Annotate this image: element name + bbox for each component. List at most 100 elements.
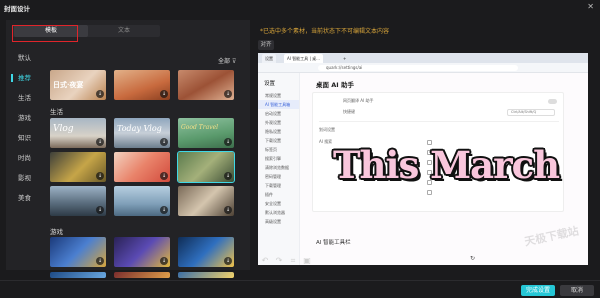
template-thumbnail[interactable]: ↓: [114, 152, 170, 182]
template-thumbnail[interactable]: Good Travel ↓: [178, 118, 234, 148]
sidebar-item: 常规设置: [265, 93, 281, 98]
sidebar-title: 设置: [264, 81, 276, 87]
sidebar-item: 标签页: [265, 147, 277, 152]
filter-icon: ⊽: [232, 58, 237, 65]
template-thumbnail[interactable]: ↓: [114, 70, 170, 100]
download-icon[interactable]: ↓: [96, 206, 104, 214]
sidebar-item: 下载管理: [265, 183, 281, 188]
sidebar-item: 下载设置: [265, 138, 281, 143]
filter-dropdown[interactable]: 全部 ⊽: [218, 56, 236, 65]
cancel-button[interactable]: 取消: [560, 285, 594, 296]
download-icon[interactable]: ↓: [96, 90, 104, 98]
template-thumbnail[interactable]: ↓: [114, 237, 170, 267]
template-thumbnail[interactable]: ↓: [50, 186, 106, 216]
download-icon[interactable]: ↓: [160, 138, 168, 146]
template-caption: Good Travel: [181, 124, 219, 131]
template-thumbnail[interactable]: 日式·夜宴 ↓: [50, 70, 106, 100]
template-panel: 模板 文本 默认 推荐 生活 游戏 知识 时尚 影视 美食 全部 ⊽ 日式·夜宴 …: [6, 20, 250, 270]
template-thumbnail[interactable]: ↓: [114, 186, 170, 216]
divider: [319, 121, 559, 122]
download-icon[interactable]: ↓: [224, 138, 232, 146]
category-fashion[interactable]: 时尚: [6, 148, 44, 168]
download-icon[interactable]: ↓: [224, 172, 232, 180]
sidebar-item: 高级设置: [265, 219, 281, 224]
cover-title-text[interactable]: This March: [306, 143, 586, 187]
category-default[interactable]: 默认: [6, 48, 44, 68]
download-icon[interactable]: ↓: [160, 90, 168, 98]
undo-icon[interactable]: ↶: [260, 256, 270, 266]
section-life: 生活: [50, 108, 63, 116]
sidebar-item: 安全设置: [265, 201, 281, 206]
download-icon[interactable]: ↓: [224, 90, 232, 98]
download-icon[interactable]: ↓: [96, 257, 104, 265]
template-caption: Vlog: [53, 124, 74, 134]
template-thumbnail[interactable]: ↓: [178, 70, 234, 100]
template-caption: Today Vlog: [117, 124, 162, 133]
replace-icon[interactable]: ▣: [302, 256, 312, 266]
template-thumbnail[interactable]: [114, 272, 170, 278]
download-icon[interactable]: ↓: [224, 257, 232, 265]
template-thumbnail-selected[interactable]: ↓: [177, 151, 235, 183]
sidebar-item: 插件: [265, 192, 273, 197]
confirm-button[interactable]: 完成设置: [521, 285, 555, 296]
align-button[interactable]: 对齐: [258, 40, 274, 50]
download-icon[interactable]: ↓: [160, 172, 168, 180]
download-icon[interactable]: ↓: [160, 257, 168, 265]
category-film[interactable]: 影视: [6, 168, 44, 188]
title-bar: 封面设计 ✕: [0, 0, 600, 16]
crop-icon[interactable]: ⌗: [288, 256, 298, 266]
category-knowledge[interactable]: 知识: [6, 128, 44, 148]
download-icon[interactable]: ↓: [224, 206, 232, 214]
browser-tab: +: [343, 56, 347, 61]
hotkey-select: Ctrl/Alt/Shift/Q: [507, 109, 555, 116]
template-thumbnail[interactable]: [50, 272, 106, 278]
browser-url: quark://settings/ai: [318, 65, 518, 71]
setting-row-label: 快捷键: [343, 109, 355, 114]
template-caption: 日式·夜宴: [53, 80, 84, 89]
dialog-footer: 完成设置 取消: [0, 280, 600, 298]
template-thumbnail[interactable]: ↓: [178, 186, 234, 216]
sidebar-item: 搜索引擎: [265, 156, 281, 161]
template-thumbnail[interactable]: [178, 272, 234, 278]
sidebar-item: 清除浏览数据: [265, 165, 289, 170]
sidebar-item-active: AI 智能工具箱: [258, 100, 299, 109]
checkbox: [427, 190, 432, 195]
tab-text[interactable]: 文本: [88, 25, 160, 37]
close-icon[interactable]: ✕: [587, 2, 594, 11]
setting-row-label: 划词设置: [319, 127, 335, 132]
template-thumbnail[interactable]: Vlog ↓: [50, 118, 106, 148]
template-thumbnail[interactable]: ↓: [50, 237, 106, 267]
template-thumbnail[interactable]: Today Vlog ↓: [114, 118, 170, 148]
section-heading: AI 智能工具栏: [316, 240, 351, 246]
download-icon[interactable]: ↓: [96, 138, 104, 146]
setting-row-label: 网页翻译 AI 助手: [343, 98, 374, 103]
sidebar-item: 密码管理: [265, 174, 281, 179]
sidebar-item: 默认浏览器: [265, 210, 285, 215]
browser-tab: 设置: [262, 54, 276, 63]
page-heading: 桌面 AI 助手: [316, 81, 354, 89]
category-recommended[interactable]: 推荐: [6, 68, 44, 88]
cover-preview[interactable]: 设置 AI 智能工具 | 桌... + quark://settings/ai …: [258, 53, 588, 265]
filter-label: 全部: [218, 58, 231, 65]
loading-icon: ↻: [470, 255, 476, 262]
section-game: 游戏: [50, 228, 63, 236]
window-title: 封面设计: [4, 5, 30, 13]
preview-panel: *已选中多个素材，当前状态下不可编辑文本内容 对齐 设置 AI 智能工具 | 桌…: [256, 20, 600, 278]
category-game[interactable]: 游戏: [6, 108, 44, 128]
download-icon[interactable]: ↓: [96, 172, 104, 180]
settings-sidebar: 设置 常规设置 AI 智能工具箱 启动设置 外观设置 隐私设置 下载设置 标签页…: [258, 73, 300, 265]
browser-address-bar: quark://settings/ai: [258, 63, 588, 73]
category-list: 默认 推荐 生活 游戏 知识 时尚 影视 美食: [6, 48, 44, 208]
sidebar-item: 外观设置: [265, 120, 281, 125]
sidebar-item: 隐私设置: [265, 129, 281, 134]
browser-tab: AI 智能工具 | 桌...: [284, 54, 323, 63]
template-thumbnail[interactable]: ↓: [50, 152, 106, 182]
category-life[interactable]: 生活: [6, 88, 44, 108]
template-thumbnail[interactable]: ↓: [178, 237, 234, 267]
category-food[interactable]: 美食: [6, 188, 44, 208]
browser-tabstrip: 设置 AI 智能工具 | 桌... +: [258, 53, 588, 63]
notice-text: *已选中多个素材，当前状态下不可编辑文本内容: [260, 28, 390, 35]
sidebar-item: 启动设置: [265, 111, 281, 116]
download-icon[interactable]: ↓: [160, 206, 168, 214]
redo-icon[interactable]: ↷: [274, 256, 284, 266]
